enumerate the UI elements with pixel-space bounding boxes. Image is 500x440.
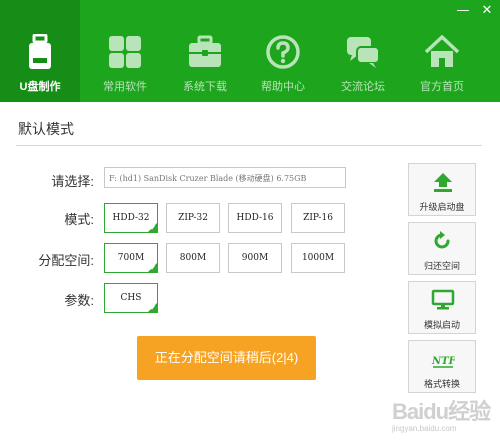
tool-label: 归还空间 — [423, 261, 460, 271]
device-select-field[interactable]: F: (hd1) SanDisk Cruzer Blade (移动硬盘) 6.7… — [104, 167, 346, 188]
nav-label: 系统下载 — [183, 81, 227, 93]
nav-item-system-download[interactable]: 系统下载 — [165, 0, 245, 102]
watermark: Baidu经验 jingyan.baidu.com — [392, 394, 500, 440]
tool-upgrade-boot-disk[interactable]: 升级启动盘 — [408, 163, 476, 216]
usb-drive-icon — [29, 34, 51, 69]
tool-label: 模拟启动 — [423, 320, 460, 330]
chat-bubbles-icon — [347, 37, 380, 68]
select-label: 请选择: — [51, 174, 94, 189]
window-controls: — ✕ — [456, 4, 494, 17]
check-icon: ✔ — [150, 224, 156, 232]
toolbox-icon — [189, 35, 221, 67]
tool-label: 升级启动盘 — [419, 202, 465, 212]
option-label: 900M — [241, 253, 269, 263]
check-icon: ✔ — [150, 264, 156, 272]
section-title: 默认模式 — [18, 121, 74, 137]
start-button[interactable]: 正在分配空间请稍后(2|4) — [137, 336, 316, 380]
option-label: 700M — [117, 253, 145, 263]
alloc-option-1000m[interactable]: 1000M — [291, 243, 345, 273]
param-option-chs[interactable]: CHS ✔ — [104, 283, 158, 313]
option-label: 800M — [179, 253, 207, 263]
option-label: HDD-32 — [112, 213, 150, 223]
alloc-option-700m[interactable]: 700M ✔ — [104, 243, 158, 273]
option-label: HDD-16 — [236, 213, 274, 223]
svg-text:NTFS: NTFS — [431, 356, 455, 367]
mode-option-hdd16[interactable]: HDD-16 — [228, 203, 282, 233]
allocation-label: 分配空间: — [38, 253, 94, 268]
upload-arrow-icon — [434, 173, 452, 192]
mode-option-zip16[interactable]: ZIP-16 — [291, 203, 345, 233]
mode-option-zip32[interactable]: ZIP-32 — [166, 203, 220, 233]
option-label: ZIP-32 — [178, 213, 208, 223]
tool-restore-space[interactable]: 归还空间 — [408, 222, 476, 275]
tool-simulate-boot[interactable]: 模拟启动 — [408, 281, 476, 334]
monitor-icon — [431, 289, 455, 310]
option-label: ZIP-16 — [303, 213, 333, 223]
minimize-button[interactable]: — — [456, 4, 470, 17]
params-label: 参数: — [64, 293, 94, 308]
home-icon — [424, 35, 460, 67]
ntfs-icon: NTFS — [431, 356, 455, 368]
watermark-sub: jingyan.baidu.com — [392, 424, 457, 433]
mode-label: 模式: — [64, 212, 94, 227]
close-button[interactable]: ✕ — [480, 4, 494, 17]
nav-label: U盘制作 — [19, 81, 61, 93]
apps-grid-icon — [109, 36, 141, 68]
nav-item-forum[interactable]: 交流论坛 — [323, 0, 403, 102]
mode-option-hdd32[interactable]: HDD-32 ✔ — [104, 203, 158, 233]
nav-item-common-software[interactable]: 常用软件 — [85, 0, 165, 102]
main-nav: U盘制作 常用软件 系统下载 帮助中心 交流论坛 官方首页 — [0, 0, 500, 102]
nav-item-help-center[interactable]: 帮助中心 — [243, 0, 323, 102]
watermark-text: Baidu经验 — [392, 399, 491, 424]
help-icon — [266, 35, 300, 69]
tool-label: 格式转换 — [423, 379, 460, 389]
nav-label: 帮助中心 — [261, 81, 305, 93]
alloc-option-900m[interactable]: 900M — [228, 243, 282, 273]
tool-format-convert[interactable]: NTFS 格式转换 — [408, 340, 476, 393]
alloc-option-800m[interactable]: 800M — [166, 243, 220, 273]
option-label: CHS — [120, 293, 142, 303]
divider — [16, 145, 482, 146]
nav-item-usb-make[interactable]: U盘制作 — [0, 0, 80, 102]
refresh-icon — [434, 231, 450, 249]
nav-label: 常用软件 — [103, 81, 147, 93]
nav-label: 交流论坛 — [341, 81, 385, 93]
nav-label: 官方首页 — [420, 81, 464, 93]
option-label: 1000M — [301, 253, 335, 263]
check-icon: ✔ — [150, 304, 156, 312]
